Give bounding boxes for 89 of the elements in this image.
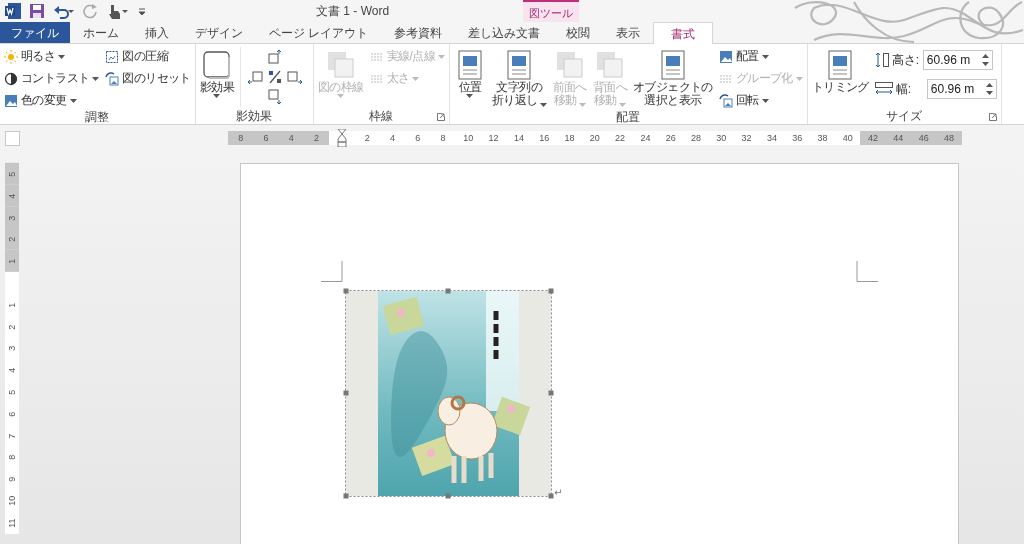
ribbon-button[interactable]: 回転: [718, 91, 803, 110]
margin-corner-icon: [321, 261, 343, 282]
shadow-effect-icon: [200, 49, 233, 81]
ruler-number: 4: [5, 184, 19, 207]
group-label: 調整: [85, 109, 110, 124]
field-label: 幅:: [895, 80, 913, 98]
button-label: 前面へ: [552, 81, 587, 94]
ruler-number: 5: [5, 163, 19, 185]
nudge-up-icon[interactable]: [267, 49, 283, 65]
input-field[interactable]: 60.96 m: [922, 50, 993, 70]
paragraph-mark: ↵: [554, 487, 563, 499]
button-label: 移動: [593, 94, 617, 107]
button-label: 色の変更: [21, 92, 67, 109]
input-field[interactable]: 60.96 m: [926, 79, 997, 99]
contextual-tab-label: 図ツール: [523, 0, 580, 22]
ribbon-button[interactable]: トリミング: [811, 47, 869, 94]
group-label: 配置: [616, 109, 641, 124]
ruler-number: 44: [885, 131, 911, 145]
indent-marker-icon[interactable]: [336, 129, 347, 147]
nudge-left-icon[interactable]: [247, 69, 263, 85]
button-label: 位置: [458, 81, 482, 94]
ribbon-tab[interactable]: 挿入: [132, 22, 182, 43]
button-label: 背面へ: [592, 81, 627, 94]
dialog-launcher-icon[interactable]: [988, 113, 997, 121]
ribbon-tab[interactable]: 書式: [653, 22, 714, 44]
button-label: 折り返し: [491, 94, 538, 107]
dialog-launcher-icon[interactable]: [436, 113, 445, 121]
ruler-number: 2: [5, 228, 19, 251]
touch-mode-icon[interactable]: [107, 3, 129, 19]
button-label: 太さ: [386, 70, 410, 87]
button-label: 移動: [553, 94, 577, 107]
button-label: 図の圧縮: [122, 48, 168, 65]
margin-corner-icon: [856, 261, 878, 282]
ruler-number: 6: [253, 131, 279, 145]
ruler-number: 1: [5, 250, 19, 272]
button-label: 回転: [735, 92, 759, 109]
ribbon-button[interactable]: 影効果: [199, 47, 234, 98]
button-label: 図のリセット: [122, 70, 191, 87]
group-label: 影効果: [236, 108, 273, 124]
button-label: 影効果: [199, 81, 234, 94]
nudge-down-icon[interactable]: [267, 89, 283, 105]
button-label: 明るさ: [21, 48, 56, 65]
ruler-number: 4: [278, 131, 304, 145]
ruler-number: 3: [5, 206, 19, 229]
ribbon-tab[interactable]: 校閲: [553, 22, 604, 43]
group-label: サイズ: [886, 108, 923, 124]
ribbon-button[interactable]: 位置: [453, 47, 486, 98]
ribbon-button[interactable]: 色の変更: [4, 91, 100, 110]
ribbon-tab[interactable]: ファイル: [0, 22, 70, 43]
spinner-icon[interactable]: [981, 54, 989, 66]
save-icon[interactable]: [29, 3, 45, 19]
button-label: コントラスト: [21, 70, 90, 87]
ribbon-tab[interactable]: ページ レイアウト: [256, 22, 382, 43]
ribbon-button[interactable]: コントラスト: [4, 69, 100, 88]
group-label: 枠線: [369, 108, 394, 124]
spinner-icon[interactable]: [985, 83, 993, 95]
ribbon-tab[interactable]: デザイン: [182, 22, 256, 43]
height-icon: [874, 52, 889, 68]
ribbon-button[interactable]: 配置: [718, 47, 803, 66]
ribbon-button[interactable]: 図の圧縮: [105, 47, 191, 66]
window-title: 文書 1 - Word: [316, 2, 390, 20]
ribbon-button[interactable]: 明るさ: [4, 47, 100, 66]
ribbon-tab[interactable]: 参考資料: [381, 22, 456, 43]
button-label: 実線/点線: [386, 48, 435, 65]
nudge-right-icon[interactable]: [287, 69, 303, 85]
button-label: 図の枠線: [318, 81, 364, 94]
ruler-number: 46: [911, 131, 937, 145]
button-label: 選択と表示: [644, 94, 702, 107]
shadow-toggle-icon[interactable]: [267, 69, 283, 85]
app-logo-icon[interactable]: [5, 3, 21, 19]
ruler-number: 48: [936, 131, 962, 145]
undo-icon[interactable]: [53, 3, 75, 19]
width-icon: [874, 82, 893, 96]
button-label: 配置: [735, 48, 759, 65]
selected-picture-drawing[interactable]: [343, 288, 554, 499]
ribbon-tab[interactable]: 表示: [603, 22, 654, 43]
ribbon-tab[interactable]: 差し込み文書: [455, 22, 554, 43]
ribbon-button[interactable]: 文字列の 折り返し: [491, 47, 547, 107]
ribbon-button[interactable]: 図のリセット: [105, 69, 191, 88]
button-label: トリミング: [811, 81, 869, 94]
button-label: オブジェクトの: [633, 81, 713, 94]
ruler-number: 2: [303, 131, 330, 145]
button-label: 文字列の: [496, 81, 543, 94]
ruler-number: 8: [228, 131, 254, 145]
field-label: 高さ:: [891, 51, 920, 69]
button-label: グループ化: [735, 70, 793, 87]
ribbon-button[interactable]: オブジェクトの 選択と表示: [633, 47, 713, 107]
ruler-number: 42: [860, 131, 886, 145]
ribbon-tab[interactable]: ホーム: [70, 22, 132, 43]
